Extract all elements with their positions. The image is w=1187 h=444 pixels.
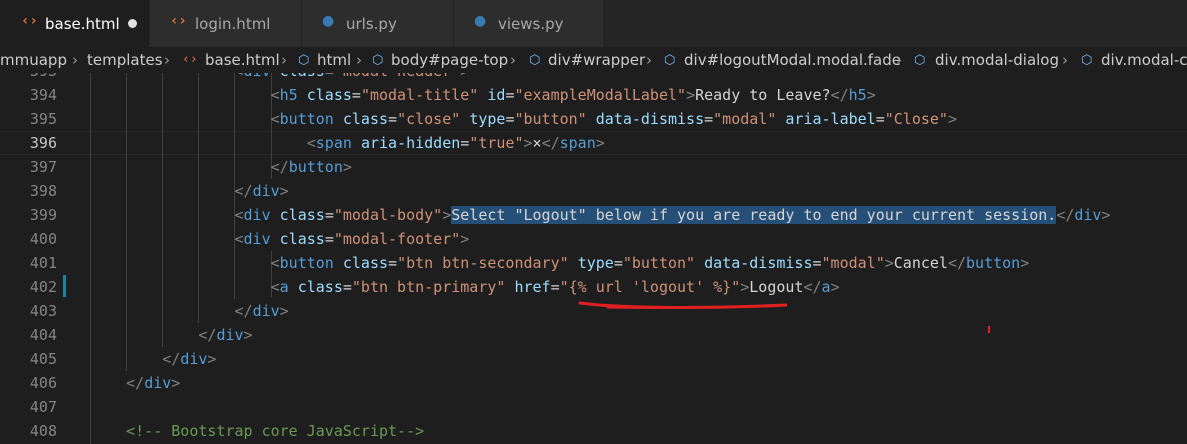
code-line[interactable]: 402 <a class="btn btn-primary" href="{% … [0,275,1187,299]
line-number: 405 [29,350,57,368]
breadcrumb-item-mmuapp[interactable]: mmuapp [0,51,67,69]
tab-label: login.html [195,15,271,33]
code-text[interactable]: </div> [90,323,252,347]
chevron-right-icon: › [896,51,902,69]
code-text[interactable]: </div> [90,179,289,203]
python-file-icon: ● [322,13,335,29]
code-line[interactable]: 399 <div class="modal-body">Select "Logo… [0,203,1187,227]
element-cube-icon: ⬡ [372,53,384,68]
chevron-right-icon: › [281,51,287,69]
tab-login-html[interactable]: ‹› login.html [150,0,302,47]
code-text[interactable]: <button class="close" type="button" data… [90,107,957,131]
chevron-right-icon: › [510,51,516,69]
python-file-icon: ● [474,13,487,29]
chevron-right-icon: › [646,51,652,69]
line-number: 400 [29,230,57,248]
code-line[interactable]: 408 <!-- Bootstrap core JavaScript--> [0,419,1187,443]
line-number: 394 [29,86,57,104]
line-number: 393 [0,73,57,83]
code-text[interactable]: <button class="btn btn-secondary" type="… [90,251,1030,275]
line-number: 399 [29,206,57,224]
line-number: 402 [29,278,57,296]
breadcrumb-item-modal-dialog[interactable]: div.modal-dialog [935,51,1059,69]
breadcrumb-item-base-html[interactable]: base.html [205,51,280,69]
unsaved-dot-icon[interactable] [128,19,137,28]
code-text[interactable]: <div class="modal-footer"> [90,227,470,251]
element-cube-icon: ⬡ [529,53,541,68]
line-number: 396 [29,134,57,152]
tab-label: views.py [498,15,564,33]
chevron-right-icon: › [1062,51,1068,69]
code-text[interactable]: </div> [90,371,180,395]
tab-label: urls.py [346,15,397,33]
code-line[interactable]: 404 </div> [0,323,1187,347]
tab-views-py[interactable]: ● views.py [454,0,604,47]
html-file-icon: ‹› [170,13,187,29]
code-text[interactable]: <!-- Bootstrap core JavaScript--> [90,419,424,443]
html-file-icon: ‹› [21,13,38,29]
line-number: 398 [29,182,57,200]
breadcrumb: mmuapp › templates › ‹› base.html › ⬡ ht… [0,47,1187,73]
code-text[interactable]: <div class="modal-header"> [90,73,470,83]
code-line[interactable]: 395 <button class="close" type="button" … [0,107,1187,131]
editor-tab-bar: ‹› base.html ‹› login.html ● urls.py ● v… [0,0,1187,47]
element-cube-icon: ⬡ [1081,53,1093,68]
code-line[interactable]: 396 <span aria-hidden="true">×</span> [0,131,1187,155]
element-cube-icon: ⬡ [298,53,310,68]
red-annotation-mark [988,326,990,333]
line-number: 404 [29,326,57,344]
code-editor[interactable]: 393 <div class="modal-header">394 <h5 cl… [0,73,1187,444]
breadcrumb-item-modal-content[interactable]: div.modal-co [1101,51,1187,69]
breadcrumb-item-logout-modal[interactable]: div#logoutModal.modal.fade [684,51,901,69]
code-text[interactable]: </div> [90,299,289,323]
code-line[interactable]: 398 </div> [0,179,1187,203]
code-text[interactable]: <h5 class="modal-title" id="exampleModal… [90,83,876,107]
line-number: 408 [29,422,57,440]
tab-urls-py[interactable]: ● urls.py [302,0,454,47]
element-cube-icon: ⬡ [664,53,676,68]
tab-label: base.html [45,15,120,33]
code-line[interactable]: 407 [0,395,1187,419]
code-text[interactable]: <div class="modal-body">Select "Logout" … [90,203,1111,227]
code-line[interactable]: 401 <button class="btn btn-secondary" ty… [0,251,1187,275]
code-text[interactable]: </button> [90,155,352,179]
breadcrumb-item-wrapper[interactable]: div#wrapper [548,51,645,69]
chevron-right-icon: › [164,51,170,69]
chevron-right-icon: › [356,51,362,69]
breadcrumb-item-body[interactable]: body#page-top [391,51,508,69]
red-annotation-underline [578,301,788,310]
line-number: 406 [29,374,57,392]
code-line[interactable]: 405 </div> [0,347,1187,371]
tab-base-html[interactable]: ‹› base.html [0,0,150,47]
code-line[interactable]: 393 <div class="modal-header"> [0,73,1187,83]
html-file-icon: ‹› [182,52,198,67]
breadcrumb-item-html[interactable]: html [317,51,351,69]
code-text[interactable]: <a class="btn btn-primary" href="{% url … [90,275,840,299]
line-number: 401 [29,254,57,272]
code-text[interactable]: </div> [90,347,216,371]
chevron-right-icon: › [72,51,78,69]
code-line[interactable]: 400 <div class="modal-footer"> [0,227,1187,251]
code-line[interactable]: 394 <h5 class="modal-title" id="exampleM… [0,83,1187,107]
code-line[interactable]: 397 </button> [0,155,1187,179]
code-text[interactable]: <span aria-hidden="true">×</span> [90,131,605,155]
breadcrumb-item-templates[interactable]: templates [87,51,163,69]
code-line[interactable]: 406 </div> [0,371,1187,395]
line-number: 397 [29,158,57,176]
element-cube-icon: ⬡ [914,53,926,68]
line-number: 403 [29,302,57,320]
line-number: 407 [29,398,57,416]
line-number: 395 [29,110,57,128]
